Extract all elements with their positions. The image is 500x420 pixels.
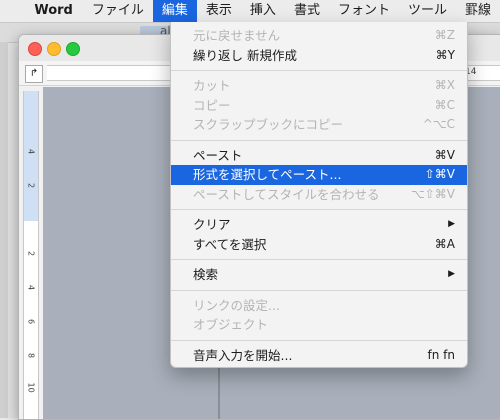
menu-item-label: カット	[193, 78, 231, 93]
menu-separator	[171, 289, 467, 291]
menu-item: 元に戻せません ⌘Z	[171, 26, 467, 46]
menu-item: リンクの設定...	[171, 296, 467, 316]
submenu-arrow-icon: ▶	[448, 269, 455, 279]
menu-item-label: 音声入力を開始...	[193, 347, 293, 363]
ruler-number: 4	[26, 284, 36, 291]
menu-bar: Word ファイル 編集 表示 挿入 書式 フォント ツール 罫線	[0, 0, 500, 23]
menu-item[interactable]: 形式を選択してペースト... ⇧⌘V	[171, 165, 467, 185]
menu-item: スクラップブックにコピー ^⌥C	[171, 115, 467, 135]
menu-item-shortcut: ⌥⇧⌘V	[410, 186, 455, 201]
minimize-button[interactable]	[47, 42, 61, 56]
menu-format[interactable]: 書式	[285, 0, 329, 22]
submenu-arrow-icon: ▶	[448, 219, 455, 229]
menu-item-label: 元に戻せません	[193, 28, 281, 43]
menu-edit[interactable]: 編集	[152, 0, 197, 22]
menu-item: ペーストしてスタイルを合わせる ⌥⇧⌘V	[171, 185, 467, 205]
ruler-number: 8	[26, 352, 36, 359]
menu-item-label: スクラップブックにコピー	[193, 117, 344, 132]
vertical-ruler[interactable]: 4 2 2 4 6 8 10	[23, 91, 39, 419]
menu-item-label: すべてを選択	[193, 236, 267, 252]
menu-table[interactable]: 罫線	[456, 0, 500, 22]
menu-item-shortcut: ⌘A	[434, 236, 455, 251]
background-window-edge	[0, 42, 8, 418]
edit-menu-dropdown: 元に戻せません ⌘Z 繰り返し 新規作成 ⌘Y カット ⌘X コピー ⌘C スクラップブックにコ…	[170, 22, 468, 368]
menu-item: オブジェクト	[171, 315, 467, 335]
menu-font[interactable]: フォント	[329, 0, 399, 22]
menu-file[interactable]: ファイル	[83, 0, 153, 22]
menu-item-label: クリア	[193, 217, 231, 232]
menu-item-label: ペーストしてスタイルを合わせる	[193, 186, 380, 202]
menu-item-shortcut: ⇧⌘V	[424, 167, 455, 181]
menu-item-label: コピー	[193, 97, 231, 113]
ruler-number: 10	[26, 382, 36, 393]
menu-item[interactable]: クリア ▶	[171, 215, 467, 235]
menu-item-label: リンクの設定...	[193, 297, 280, 313]
menu-item[interactable]: 音声入力を開始... fn fn	[171, 346, 467, 366]
ruler-number: 4	[26, 148, 36, 155]
menu-item-label: 形式を選択してペースト...	[193, 167, 342, 182]
menu-separator	[171, 339, 467, 341]
menu-item-shortcut: ⌘Y	[435, 47, 455, 62]
menu-item-shortcut: ⌘X	[434, 78, 455, 92]
menu-item[interactable]: 検索 ▶	[171, 265, 467, 285]
menu-separator	[171, 139, 467, 141]
menu-item-shortcut: ⌘C	[434, 97, 455, 112]
menu-item-shortcut: ⌘Z	[434, 28, 455, 42]
menu-view[interactable]: 表示	[197, 0, 241, 22]
menu-item-label: オブジェクト	[193, 317, 269, 332]
menu-app-name[interactable]: Word	[28, 0, 83, 22]
menu-item-label: ペースト	[193, 147, 243, 163]
menu-item-label: 繰り返し 新規作成	[193, 47, 297, 63]
menu-tools[interactable]: ツール	[399, 0, 456, 22]
menu-separator	[171, 209, 467, 210]
menu-separator	[171, 70, 467, 71]
menu-item: コピー ⌘C	[171, 96, 467, 116]
menu-item[interactable]: すべてを選択 ⌘A	[171, 235, 467, 255]
menu-item: カット ⌘X	[171, 76, 467, 96]
menu-item[interactable]: 繰り返し 新規作成 ⌘Y	[171, 46, 467, 66]
zoom-button[interactable]	[66, 42, 80, 56]
ruler-number: 2	[26, 250, 36, 257]
close-button[interactable]	[28, 42, 42, 56]
menu-separator	[171, 259, 467, 260]
menu-item-shortcut: ^⌥C	[422, 117, 455, 131]
menu-item-label: 検索	[193, 267, 219, 282]
menu-item-shortcut: fn fn	[427, 347, 455, 362]
menu-item-shortcut: ⌘V	[434, 147, 455, 162]
menu-item[interactable]: ペースト ⌘V	[171, 146, 467, 166]
ruler-number: 2	[26, 182, 36, 189]
menu-insert[interactable]: 挿入	[241, 0, 285, 22]
tab-selector-icon[interactable]: ↱	[25, 65, 43, 83]
ruler-number: 6	[26, 318, 36, 325]
